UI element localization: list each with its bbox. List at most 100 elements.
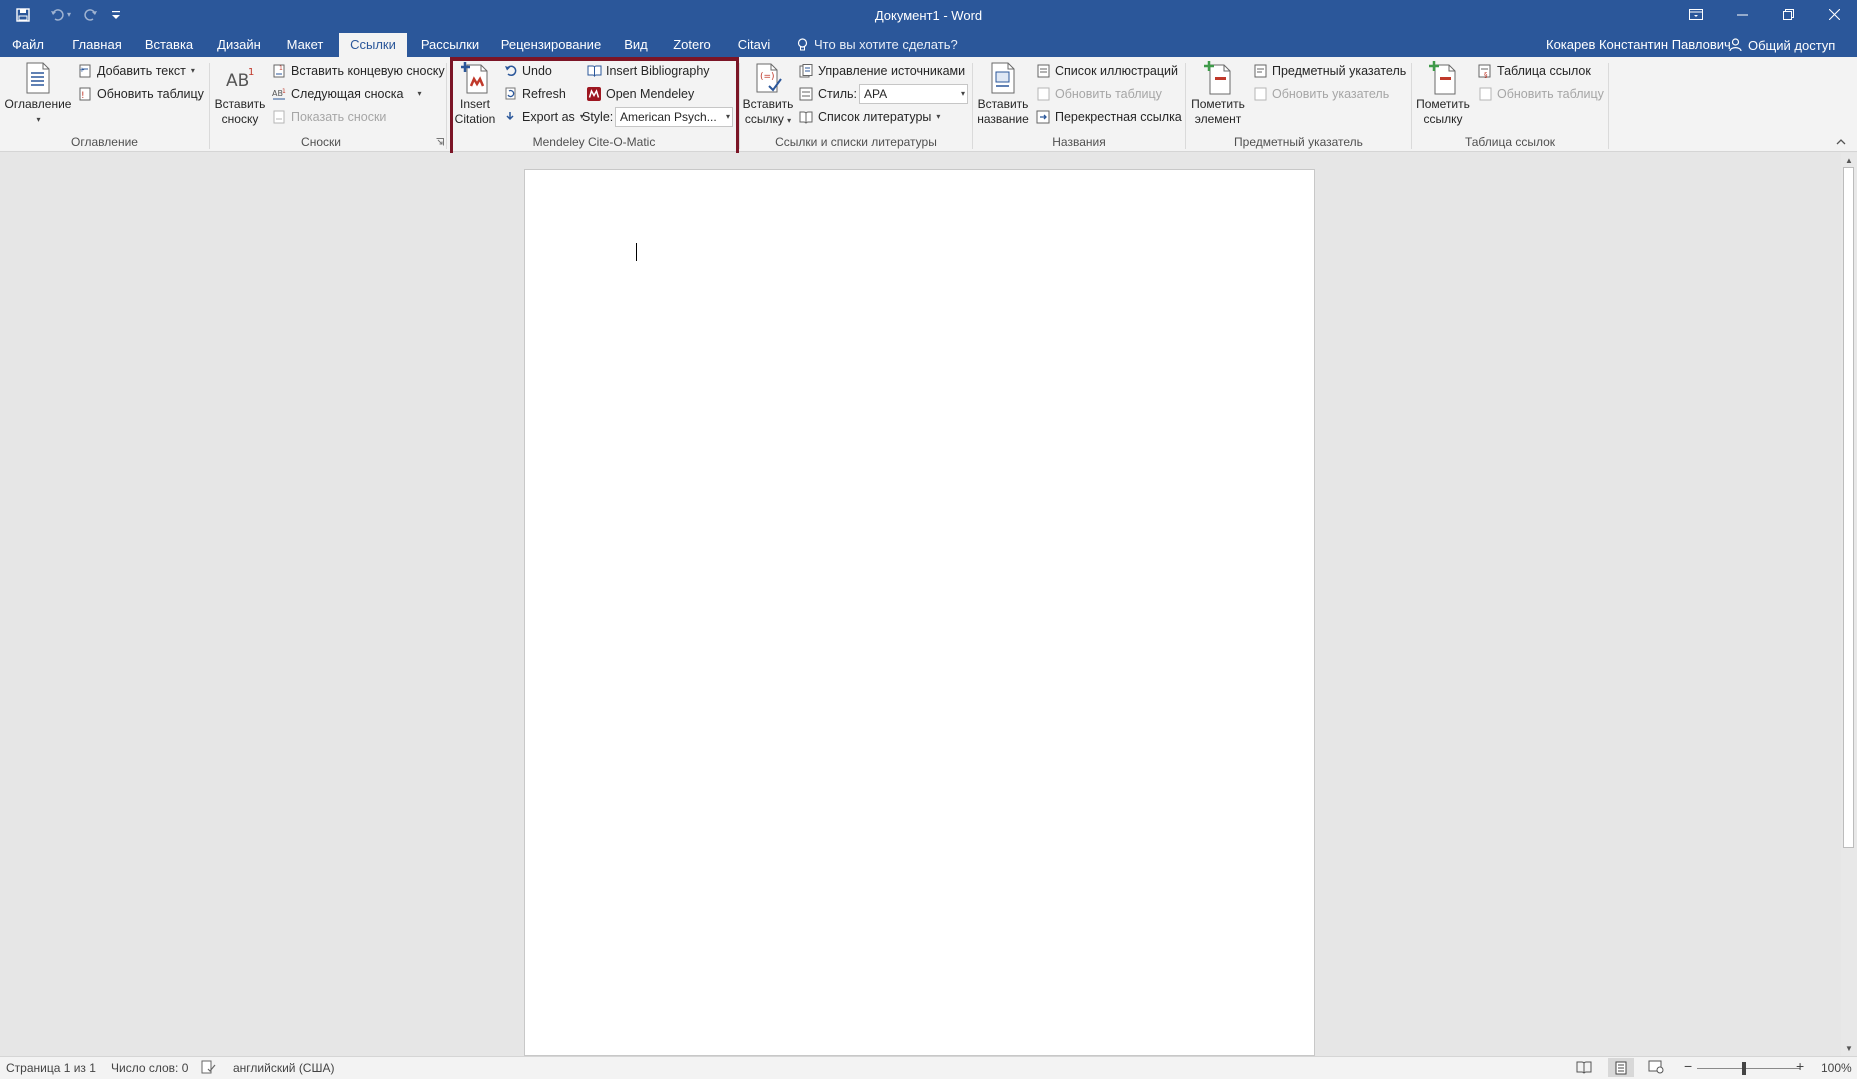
- share-label: Общий доступ: [1748, 37, 1836, 53]
- tab-layout[interactable]: Макет: [280, 33, 330, 57]
- show-notes-button[interactable]: Показать сноски: [271, 106, 386, 127]
- zoom-out-button[interactable]: −: [1684, 1058, 1692, 1074]
- insert-table-of-authorities-label: Таблица ссылок: [1497, 63, 1591, 78]
- mendeley-highlight-frame: [450, 57, 739, 158]
- text-cursor: [636, 243, 637, 261]
- lightbulb-icon: [797, 38, 808, 51]
- citation-style-select[interactable]: APA ▾: [859, 84, 968, 104]
- status-bar: Страница 1 из 1 Число слов: 0 английский…: [0, 1056, 1857, 1079]
- group-label-footnotes: Сноски: [301, 135, 341, 149]
- zoom-level[interactable]: 100%: [1821, 1061, 1852, 1075]
- scroll-up-button[interactable]: ▲: [1841, 153, 1857, 167]
- tab-insert[interactable]: Вставка: [140, 33, 198, 57]
- update-toc-label: Обновить таблицу: [97, 86, 204, 101]
- cross-reference-icon: [1036, 110, 1050, 123]
- insert-citation-ru-label-2: ссылку ▾: [744, 112, 792, 126]
- update-table-of-authorities-button[interactable]: Обновить таблицу: [1477, 83, 1604, 104]
- next-footnote-button[interactable]: AB 1 Следующая сноска ▾: [271, 83, 422, 104]
- tell-me-box[interactable]: Что вы хотите сделать?: [797, 33, 958, 57]
- person-icon: [1729, 38, 1742, 52]
- group-label-authorities: Таблица ссылок: [1464, 135, 1556, 149]
- web-layout-button[interactable]: [1648, 1060, 1664, 1074]
- tab-mailings[interactable]: Рассылки: [416, 33, 484, 57]
- collapse-ribbon-button[interactable]: [1836, 134, 1846, 148]
- zoom-slider-track[interactable]: [1697, 1068, 1800, 1069]
- word-count[interactable]: Число слов: 0: [111, 1061, 188, 1075]
- tab-review[interactable]: Рецензирование: [497, 33, 605, 57]
- bibliography-button[interactable]: Список литературы ▾: [798, 106, 940, 127]
- share-button[interactable]: Общий доступ: [1729, 33, 1835, 57]
- title-bar: ▾ Документ1 - Word: [0, 0, 1857, 33]
- toc-button[interactable]: Оглавление ▾: [4, 61, 72, 135]
- print-layout-icon: [1615, 1061, 1627, 1074]
- next-footnote-icon: AB 1: [272, 88, 286, 99]
- insert-endnote-button[interactable]: 1 Вставить концевую сноску: [271, 60, 445, 81]
- document-page[interactable]: [524, 169, 1315, 1056]
- proofing-button[interactable]: [201, 1060, 216, 1074]
- close-button[interactable]: [1811, 0, 1857, 29]
- mark-entry-label-1: Пометить: [1191, 97, 1245, 111]
- svg-text:AB: AB: [226, 71, 249, 90]
- user-name[interactable]: Кокарев Константин Павлович: [1546, 33, 1731, 57]
- tab-zotero[interactable]: Zotero: [668, 33, 716, 57]
- read-mode-button[interactable]: [1576, 1060, 1592, 1074]
- scroll-down-button[interactable]: ▼: [1841, 1041, 1857, 1055]
- mark-entry-icon: [1204, 61, 1231, 95]
- footnotes-dialog-launcher[interactable]: [436, 137, 444, 147]
- close-icon: [1828, 9, 1840, 20]
- manage-sources-button[interactable]: Управление источниками: [798, 60, 965, 81]
- page-count[interactable]: Страница 1 из 1: [6, 1061, 96, 1075]
- insert-footnote-button[interactable]: AB 1 Вставить сноску: [214, 61, 266, 135]
- update-table-icon: [1037, 87, 1049, 100]
- svg-text:1: 1: [248, 67, 254, 78]
- insert-index-button[interactable]: Предметный указатель: [1252, 60, 1406, 81]
- insert-footnote-label-2: сноску: [221, 112, 259, 126]
- svg-text:!: !: [81, 91, 85, 101]
- ribbon-display-options-button[interactable]: [1673, 0, 1719, 29]
- svg-text:1: 1: [279, 65, 283, 72]
- insert-table-of-authorities-button[interactable]: § Таблица ссылок: [1477, 60, 1591, 81]
- update-toc-button[interactable]: ! Обновить таблицу: [77, 83, 204, 104]
- minimize-button[interactable]: [1719, 0, 1765, 29]
- table-of-figures-button[interactable]: Список иллюстраций: [1035, 60, 1178, 81]
- tab-references[interactable]: Ссылки: [339, 33, 407, 57]
- update-index-button[interactable]: Обновить указатель: [1252, 83, 1389, 104]
- language-indicator[interactable]: английский (США): [233, 1061, 334, 1075]
- footnote-icon: AB1: [226, 67, 254, 90]
- tab-home[interactable]: Главная: [67, 33, 127, 57]
- print-layout-button[interactable]: [1608, 1058, 1634, 1077]
- insert-caption-button[interactable]: Вставить название: [976, 61, 1030, 135]
- svg-text:§: §: [1484, 71, 1488, 78]
- update-figures-table-label: Обновить таблицу: [1055, 86, 1162, 101]
- endnote-icon: 1: [273, 64, 285, 77]
- table-of-contents-icon: [26, 62, 50, 94]
- minimize-icon: [1736, 14, 1748, 16]
- insert-footnote-label-1: Вставить: [214, 97, 266, 111]
- scrollbar-thumb[interactable]: [1843, 167, 1854, 848]
- zoom-in-button[interactable]: +: [1796, 1058, 1804, 1074]
- citation-style-label-wrap: Стиль:: [798, 83, 857, 104]
- add-text-button[interactable]: + Добавить текст ▾: [77, 60, 195, 81]
- tab-design[interactable]: Дизайн: [211, 33, 267, 57]
- restore-button[interactable]: [1765, 0, 1811, 29]
- tab-citavi[interactable]: Citavi: [731, 33, 777, 57]
- update-table-icon: [1479, 87, 1491, 100]
- window-title: Документ1 - Word: [874, 8, 983, 23]
- insert-endnote-label: Вставить концевую сноску: [291, 63, 445, 78]
- tell-me-text: Что вы хотите сделать?: [814, 37, 958, 52]
- update-figures-table-button[interactable]: Обновить таблицу: [1035, 83, 1162, 104]
- read-mode-icon: [1576, 1061, 1592, 1074]
- cross-reference-button[interactable]: Перекрестная ссылка: [1035, 106, 1182, 127]
- tab-view[interactable]: Вид: [618, 33, 654, 57]
- insert-caption-label-2: название: [977, 112, 1029, 126]
- update-table-icon: !: [79, 87, 91, 101]
- citation-style-value: APA: [864, 87, 888, 101]
- update-index-icon: [1254, 87, 1266, 100]
- restore-icon: [1782, 9, 1794, 20]
- mark-citation-button[interactable]: Пометить ссылку: [1414, 61, 1472, 135]
- tab-file[interactable]: Файл: [8, 33, 48, 57]
- chevron-up-icon: [1836, 138, 1846, 144]
- insert-citation-ru-button[interactable]: (=) Вставить ссылку ▾: [742, 61, 794, 135]
- zoom-slider-thumb[interactable]: [1742, 1062, 1746, 1075]
- mark-entry-button[interactable]: Пометить элемент: [1189, 61, 1247, 135]
